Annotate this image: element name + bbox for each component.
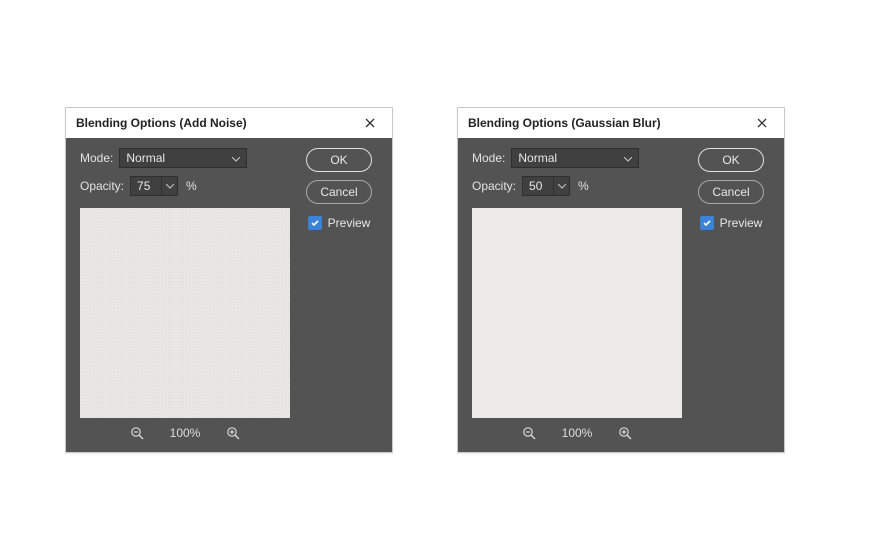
dialog-title: Blending Options (Gaussian Blur) xyxy=(468,116,661,130)
checkbox-checked-icon xyxy=(700,216,714,230)
zoom-out-icon xyxy=(130,426,144,440)
opacity-input[interactable]: 75 xyxy=(130,176,178,196)
controls-right: OK Cancel Preview xyxy=(300,148,378,230)
mode-row: Mode: Normal xyxy=(472,148,672,168)
opacity-row: Opacity: 50 % xyxy=(472,176,672,196)
ok-button[interactable]: OK xyxy=(306,148,372,172)
mode-select[interactable]: Normal xyxy=(511,148,639,168)
titlebar: Blending Options (Add Noise) xyxy=(66,108,392,138)
close-button[interactable] xyxy=(748,112,776,134)
opacity-value: 50 xyxy=(523,179,553,193)
preview-thumbnail xyxy=(80,208,290,418)
cancel-button[interactable]: Cancel xyxy=(306,180,372,204)
dialog-title: Blending Options (Add Noise) xyxy=(76,116,247,130)
preview-label: Preview xyxy=(720,216,763,230)
chevron-down-icon xyxy=(232,151,240,165)
opacity-dropdown-trigger[interactable] xyxy=(161,177,177,195)
mode-row: Mode: Normal xyxy=(80,148,280,168)
opacity-input[interactable]: 50 xyxy=(522,176,570,196)
zoom-level: 100% xyxy=(562,426,593,440)
zoom-bar: 100% xyxy=(472,418,682,442)
blending-options-dialog: Blending Options (Add Noise) Mode: Norma… xyxy=(65,107,393,453)
zoom-in-icon xyxy=(226,426,240,440)
mode-label: Mode: xyxy=(80,151,113,165)
zoom-out-icon xyxy=(522,426,536,440)
ok-button[interactable]: OK xyxy=(698,148,764,172)
dialog-body: Mode: Normal Opacity: 50 % xyxy=(458,138,784,452)
opacity-dropdown-trigger[interactable] xyxy=(553,177,569,195)
zoom-out-button[interactable] xyxy=(130,426,144,440)
zoom-out-button[interactable] xyxy=(522,426,536,440)
mode-label: Mode: xyxy=(472,151,505,165)
zoom-in-icon xyxy=(618,426,632,440)
mode-value: Normal xyxy=(126,151,165,165)
zoom-level: 100% xyxy=(170,426,201,440)
controls-right: OK Cancel Preview xyxy=(692,148,770,230)
zoom-in-button[interactable] xyxy=(226,426,240,440)
close-button[interactable] xyxy=(356,112,384,134)
dialog-body: Mode: Normal Opacity: 75 % xyxy=(66,138,392,452)
preview-label: Preview xyxy=(328,216,371,230)
opacity-label: Opacity: xyxy=(80,179,124,193)
preview-checkbox[interactable]: Preview xyxy=(700,216,763,230)
opacity-unit: % xyxy=(578,179,589,193)
chevron-down-icon xyxy=(624,151,632,165)
close-icon xyxy=(757,118,767,128)
chevron-down-icon xyxy=(166,184,174,189)
cancel-button[interactable]: Cancel xyxy=(698,180,764,204)
titlebar: Blending Options (Gaussian Blur) xyxy=(458,108,784,138)
mode-select[interactable]: Normal xyxy=(119,148,247,168)
checkbox-checked-icon xyxy=(308,216,322,230)
zoom-in-button[interactable] xyxy=(618,426,632,440)
blending-options-dialog: Blending Options (Gaussian Blur) Mode: N… xyxy=(457,107,785,453)
preview-checkbox[interactable]: Preview xyxy=(308,216,371,230)
controls-left: Mode: Normal Opacity: 75 % xyxy=(80,148,280,204)
opacity-value: 75 xyxy=(131,179,161,193)
zoom-bar: 100% xyxy=(80,418,290,442)
opacity-label: Opacity: xyxy=(472,179,516,193)
opacity-unit: % xyxy=(186,179,197,193)
controls-left: Mode: Normal Opacity: 50 % xyxy=(472,148,672,204)
close-icon xyxy=(365,118,375,128)
mode-value: Normal xyxy=(518,151,557,165)
opacity-row: Opacity: 75 % xyxy=(80,176,280,196)
chevron-down-icon xyxy=(558,184,566,189)
preview-thumbnail xyxy=(472,208,682,418)
